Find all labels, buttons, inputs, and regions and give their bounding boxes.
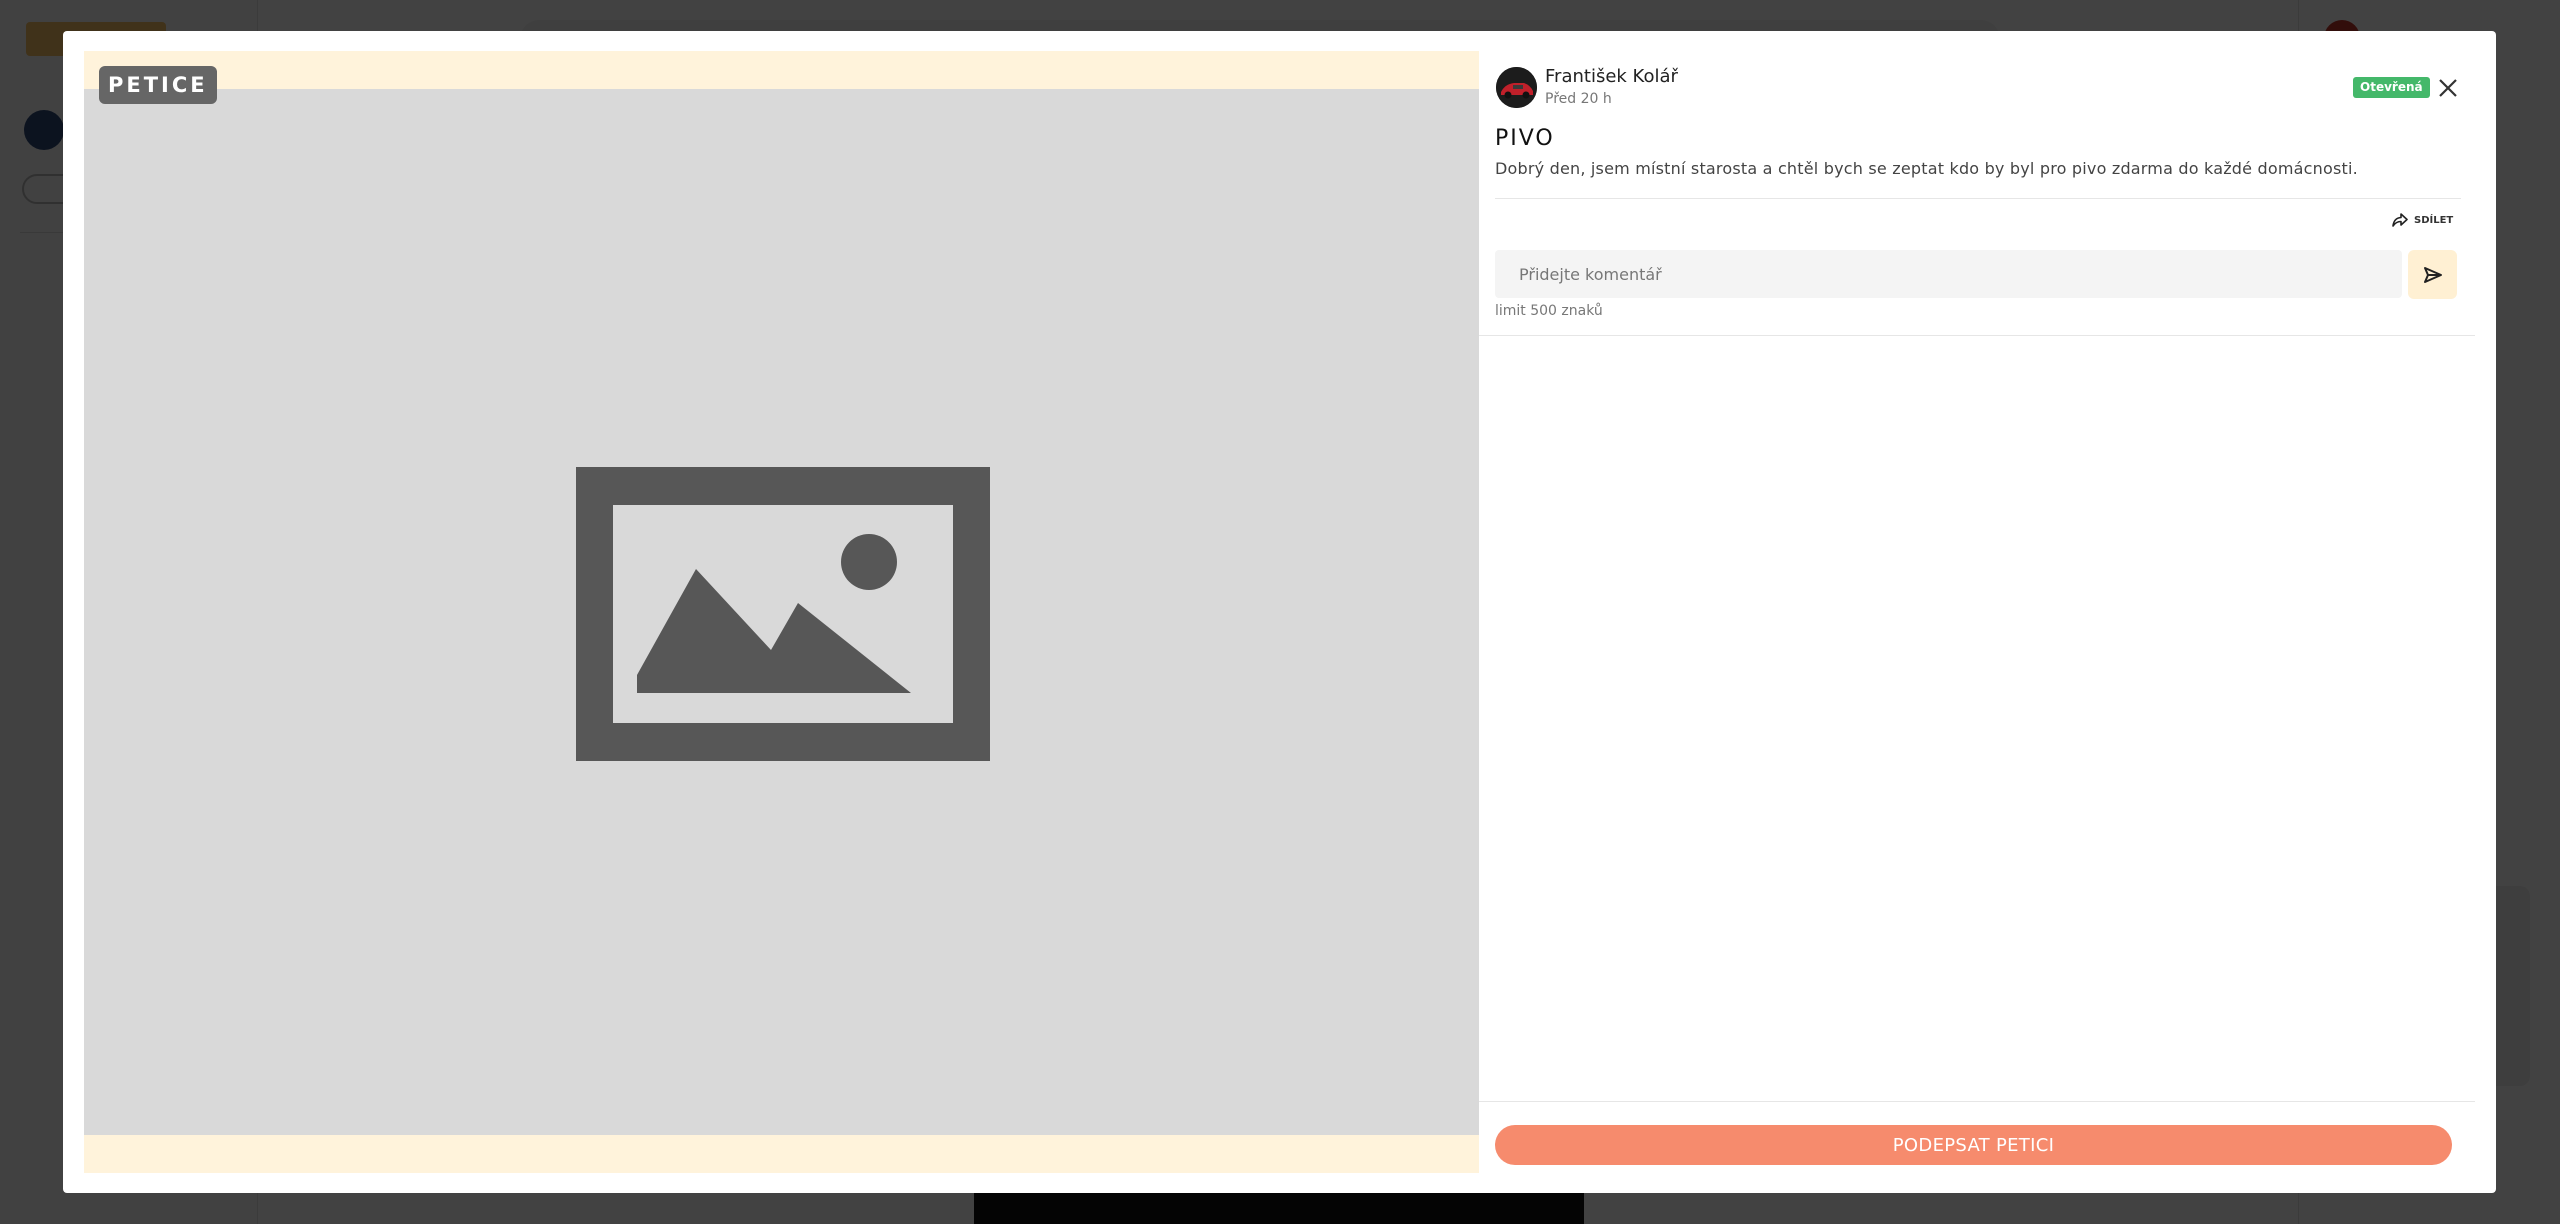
sign-petition-button[interactable]: PODEPSAT PETICI bbox=[1495, 1125, 2452, 1165]
status-badge: Otevřená bbox=[2353, 77, 2430, 98]
image-placeholder-icon bbox=[576, 467, 990, 761]
comment-input[interactable] bbox=[1495, 250, 2402, 298]
close-button[interactable] bbox=[2435, 75, 2461, 101]
post-time: Před 20 h bbox=[1545, 91, 1612, 107]
petition-modal: PETICE František Kolář Před 20 h Otevřen… bbox=[63, 31, 2496, 1193]
share-icon bbox=[2392, 213, 2408, 227]
post-detail-panel: František Kolář Před 20 h Otevřená PIVO … bbox=[1479, 31, 2496, 1193]
media-frame: PETICE bbox=[84, 51, 1479, 1173]
divider bbox=[1495, 198, 2461, 199]
post-type-badge: PETICE bbox=[99, 66, 217, 104]
post-title: PIVO bbox=[1495, 126, 1555, 151]
share-label: SDÍLET bbox=[2414, 214, 2454, 226]
divider bbox=[1479, 1101, 2475, 1102]
share-button[interactable]: SDÍLET bbox=[2392, 209, 2453, 231]
send-icon bbox=[2423, 266, 2442, 283]
author-name[interactable]: František Kolář bbox=[1545, 66, 1678, 87]
close-icon bbox=[2439, 79, 2457, 97]
send-comment-button[interactable] bbox=[2408, 250, 2457, 299]
divider bbox=[1479, 335, 2475, 336]
post-body: Dobrý den, jsem místní starosta a chtěl … bbox=[1495, 159, 2358, 178]
comment-limit-text: limit 500 znaků bbox=[1495, 303, 1603, 319]
post-image bbox=[84, 89, 1479, 1135]
car-avatar-image bbox=[1496, 67, 1537, 108]
author-avatar[interactable] bbox=[1496, 67, 1537, 108]
